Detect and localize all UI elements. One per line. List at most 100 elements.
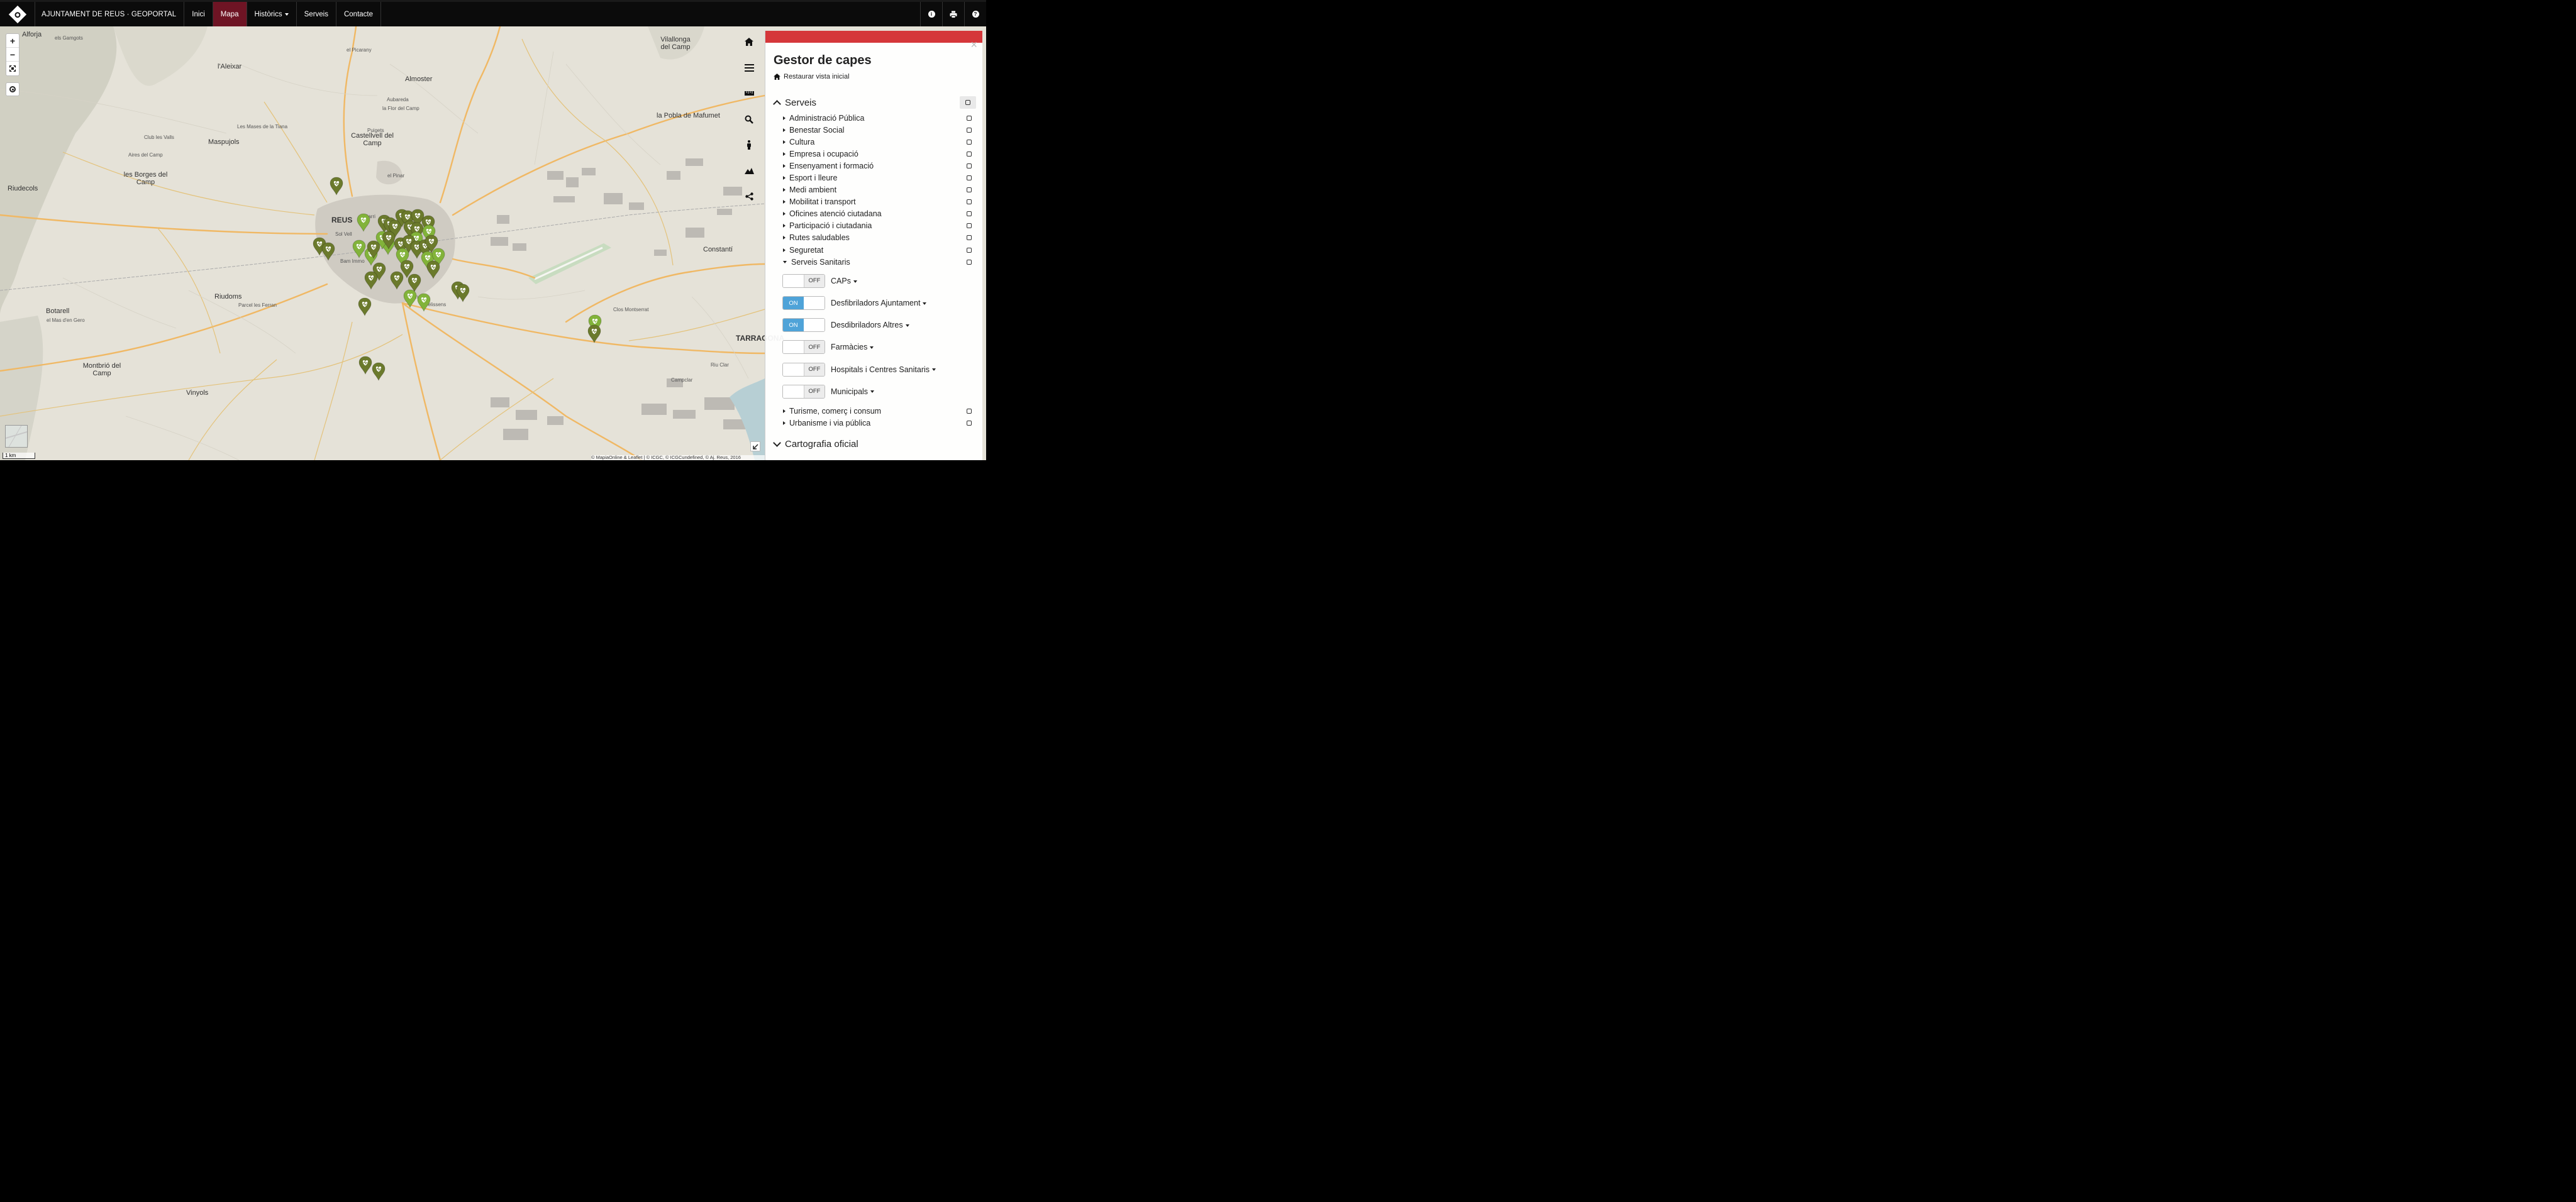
caret-right-icon: [783, 421, 786, 425]
street-view-icon: [747, 140, 751, 150]
defibrillator-marker-icon[interactable]: [587, 324, 601, 343]
zoom-control: + −: [6, 33, 19, 76]
sublayer-label[interactable]: Farmàcies: [831, 343, 874, 351]
category-item[interactable]: Participació i ciutadania: [765, 220, 982, 232]
defibrillator-marker-icon[interactable]: [417, 293, 431, 312]
category-item[interactable]: Ensenyament i formació: [765, 160, 982, 172]
checkbox-icon[interactable]: [967, 199, 972, 205]
fullscreen-button[interactable]: [6, 62, 19, 75]
caret-down-icon: [923, 302, 927, 305]
checkbox-icon[interactable]: [967, 163, 972, 168]
layer-toggle[interactable]: OFF: [782, 384, 825, 399]
nav-inici[interactable]: Inici: [184, 2, 213, 26]
defibrillator-marker-icon[interactable]: [321, 242, 335, 261]
place-label: els Gamgots: [55, 35, 83, 41]
checkbox-icon[interactable]: [967, 175, 972, 181]
defibrillator-marker-icon[interactable]: [456, 284, 470, 302]
caret-right-icon: [783, 200, 786, 204]
section-serveis[interactable]: Serveis: [765, 95, 982, 110]
defibrillator-marker-icon[interactable]: [358, 356, 372, 375]
panel-title: Gestor de capes: [774, 53, 872, 67]
locate-button[interactable]: [6, 82, 19, 96]
defibrillator-marker-icon[interactable]: [382, 231, 396, 250]
defibrillator-marker-icon[interactable]: [426, 260, 440, 279]
checkbox-icon[interactable]: [967, 187, 972, 193]
caret-right-icon: [783, 152, 786, 156]
category-item[interactable]: Cultura: [765, 136, 982, 148]
category-item[interactable]: Benestar Social: [765, 124, 982, 136]
search-icon: [745, 115, 753, 124]
section-checkbox[interactable]: [960, 96, 976, 109]
checkbox-icon[interactable]: [967, 223, 972, 229]
section-cartografia[interactable]: Cartografia oficial: [765, 437, 982, 452]
street-view-button[interactable]: [740, 132, 758, 158]
checkbox-icon[interactable]: [967, 235, 972, 241]
nav-mapa[interactable]: Mapa: [213, 2, 247, 26]
place-label: el Pinar: [387, 173, 405, 179]
category-item[interactable]: Oficines atenció ciutadana: [765, 208, 982, 220]
defibrillator-marker-icon[interactable]: [390, 271, 404, 290]
place-label: Club les Valls: [144, 135, 174, 140]
category-serveis-sanitaris[interactable]: Serveis Sanitaris: [765, 256, 982, 268]
brand-title[interactable]: AJUNTAMENT DE REUS · GEOPORTAL: [35, 2, 185, 26]
category-item[interactable]: Rutes saludables: [765, 232, 982, 244]
layer-toggle[interactable]: OFF: [782, 340, 825, 355]
checkbox-icon[interactable]: [967, 408, 972, 414]
print-button[interactable]: [942, 2, 964, 26]
defibrillator-marker-icon[interactable]: [372, 362, 386, 381]
restore-view-link[interactable]: Restaurar vista inicial: [774, 73, 982, 80]
map-attribution[interactable]: © MapiaOnline & Leaflet | © ICGC, © ICGC…: [591, 455, 766, 460]
checkbox-icon[interactable]: [967, 139, 972, 145]
defibrillator-marker-icon[interactable]: [330, 177, 343, 196]
nav-contacte[interactable]: Contacte: [336, 2, 382, 26]
defibrillator-marker-icon[interactable]: [403, 289, 417, 308]
close-icon[interactable]: ×: [970, 39, 977, 50]
checkbox-icon[interactable]: [967, 247, 972, 253]
layer-toggle[interactable]: ON: [782, 318, 825, 333]
nav-serveis[interactable]: Serveis: [297, 2, 336, 26]
layer-toggle[interactable]: ON: [782, 296, 825, 310]
home-icon: [745, 38, 753, 46]
nav-historics[interactable]: Històrics: [247, 2, 297, 26]
help-button[interactable]: ?: [964, 2, 986, 26]
category-item[interactable]: Mobilitat i transport: [765, 196, 982, 208]
category-item[interactable]: Medi ambient: [765, 184, 982, 196]
category-item[interactable]: Seguretat: [765, 244, 982, 256]
checkbox-icon[interactable]: [967, 211, 972, 217]
defibrillator-marker-icon[interactable]: [358, 297, 372, 316]
sublayer-label[interactable]: CAPs: [831, 277, 857, 285]
info-button[interactable]: i: [920, 2, 942, 26]
home-button[interactable]: [740, 29, 758, 55]
checkbox-icon[interactable]: [967, 420, 972, 426]
zoom-in-button[interactable]: +: [6, 34, 19, 48]
panel-expand-button[interactable]: [750, 441, 760, 451]
layer-toggle[interactable]: OFF: [782, 273, 825, 288]
checkbox-icon[interactable]: [967, 151, 972, 157]
category-item[interactable]: Urbanisme i via pública: [765, 417, 982, 429]
category-item[interactable]: Administració Pública: [765, 112, 982, 124]
checkbox-icon[interactable]: [967, 127, 972, 133]
brand-logo[interactable]: [0, 2, 35, 26]
checkbox-icon[interactable]: [967, 115, 972, 121]
minimap-toggle[interactable]: [5, 425, 28, 448]
place-label: Vilallonga del Camp: [660, 36, 691, 51]
layers-menu-button[interactable]: [740, 55, 758, 80]
defibrillator-marker-icon[interactable]: [364, 271, 378, 290]
zoom-out-button[interactable]: −: [6, 48, 19, 62]
minimap-thumbnail: [5, 425, 28, 448]
sublayer-label[interactable]: Desfibriladors Ajuntament: [831, 299, 927, 307]
sublayer-label[interactable]: Desdibriladors Altres: [831, 321, 909, 329]
category-item[interactable]: Turisme, comerç i consum: [765, 405, 982, 417]
share-button[interactable]: [740, 184, 758, 209]
sublayer-label[interactable]: Hospitals i Centres Sanitaris: [831, 365, 936, 374]
search-button[interactable]: [740, 106, 758, 132]
measure-button[interactable]: [740, 80, 758, 106]
place-label: Riudecols: [8, 185, 38, 192]
category-item[interactable]: Esport i lleure: [765, 172, 982, 184]
defibrillator-marker-icon[interactable]: [357, 213, 370, 232]
sublayer-label[interactable]: Municipals: [831, 387, 875, 396]
layer-toggle[interactable]: OFF: [782, 362, 825, 377]
terrain-button[interactable]: [740, 158, 758, 184]
checkbox-icon[interactable]: [967, 259, 972, 265]
category-item[interactable]: Empresa i ocupació: [765, 148, 982, 160]
